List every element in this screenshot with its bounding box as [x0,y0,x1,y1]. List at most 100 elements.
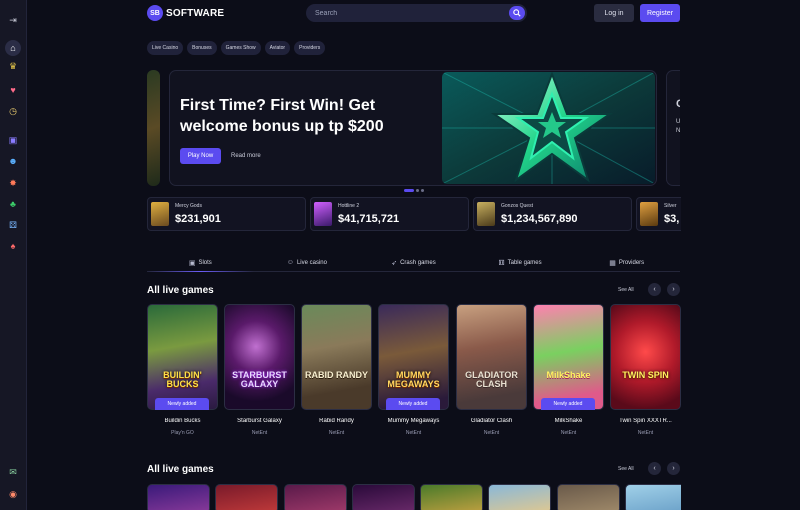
jackpot-game-name: Gonzos Quest [501,203,533,209]
game-art: GLADIATOR CLASH [456,304,527,410]
carousel-dot[interactable] [416,189,419,192]
game-provider: Play'n GO [171,430,194,436]
previous-slide-peek[interactable] [147,70,160,186]
tab-providers[interactable]: ▦ Providers [573,254,680,271]
live-dealer-icon[interactable]: ☻ [5,153,21,169]
chevron-left-icon[interactable]: ‹ [648,462,661,475]
game-card[interactable] [420,484,483,510]
crash-icon[interactable]: ✸ [5,175,21,191]
tab-table-games[interactable]: ⚅ Table games [467,254,574,271]
carousel-dot[interactable] [421,189,424,192]
login-button[interactable]: Log in [594,4,634,22]
right-margin [681,0,800,510]
game-card[interactable]: MilkShake Newly added MilkShake NetEnt [533,304,604,436]
game-card[interactable]: TWIN SPIN Twin Spin XXXTR... NetEnt [610,304,681,436]
jackpot-card[interactable]: Hottline 2 $41,715,721 [310,197,469,231]
newly-added-badge: Newly added [386,398,440,410]
logo-text: SOFTWARE [166,7,225,19]
jackpot-amount: $41,715,721 [338,213,400,225]
chip-bonuses[interactable]: Bonuses [187,41,217,55]
chip-aviator[interactable]: Aviator [264,41,291,55]
game-provider: NetEnt [328,430,345,436]
language-icon[interactable]: ◉ [5,486,21,502]
game-art: BUILDIN' BUCKS [147,304,218,410]
table-games-icon[interactable]: ⚄ [5,217,21,233]
section-title: All live games [147,464,214,475]
dice-icon: ⚅ [498,259,505,267]
game-card[interactable] [147,484,210,510]
tab-slots[interactable]: ▣ Slots [147,254,254,272]
game-title: Starburst Galaxy [237,418,282,424]
game-title: Buildin Bucks [164,418,201,424]
game-card[interactable] [352,484,415,510]
game-art: STARBURST GALAXY [224,304,295,410]
clover-icon[interactable]: ♣ [5,196,21,212]
game-card[interactable]: RABID RANDY Rabid Randy NetEnt [301,304,372,436]
search-icon [513,9,521,17]
jackpot-amount: $231,901 [175,213,221,225]
game-card[interactable]: STARBURST GALAXY Starburst Galaxy NetEnt [224,304,295,436]
left-sidebar: ⇥ ⌂ ♛ ♥ ◷ ▣ ☻ ✸ ♣ ⚄ ♠ ✉ ◉ [0,0,27,510]
hero-banner: First Time? First Win! Get welcome bonus… [169,70,657,186]
carousel-dots [404,189,424,192]
read-more-link[interactable]: Read more [231,148,261,164]
jackpot-amount: $1,234,567,890 [501,213,578,225]
game-card[interactable]: BUILDIN' BUCKS Newly added Buildin Bucks… [147,304,218,436]
game-card[interactable] [488,484,551,510]
see-all-link[interactable]: See All [618,287,634,293]
game-card[interactable]: MUMMY MEGAWAYS Newly added Mummy Megaway… [378,304,449,436]
chevron-right-icon[interactable]: › [667,462,680,475]
game-title: Mummy Megaways [387,418,440,424]
tab-crash-games[interactable]: ➶ Crash games [360,254,467,271]
game-thumbnail [314,202,332,226]
game-provider: NetEnt [405,430,422,436]
chevron-left-icon[interactable]: ‹ [648,283,661,296]
next-slide-peek[interactable]: C U N [666,70,680,186]
jackpot-card[interactable]: Gonzos Quest $1,234,567,890 [473,197,632,231]
star-banner-image [442,72,655,184]
game-art: TWIN SPIN [610,304,681,410]
search-bar[interactable] [306,4,527,22]
chip-providers[interactable]: Providers [294,41,326,55]
grid-icon: ▦ [609,259,616,267]
slots-icon: ▣ [188,259,196,267]
home-icon[interactable]: ⌂ [5,40,21,56]
carousel-dot[interactable] [404,189,414,192]
chip-games-show[interactable]: Games Show [220,41,261,55]
jackpot-card[interactable]: Mercy Gods $231,901 [147,197,306,231]
game-provider: NetEnt [560,430,577,436]
logo-mark: SB [147,5,163,21]
game-title: Rabid Randy [319,418,354,424]
search-input[interactable] [315,9,495,17]
newly-added-badge: Newly added [541,398,595,410]
game-category-tabs: ▣ Slots ☺ Live casino ➶ Crash games ⚅ Table … [147,254,680,272]
jackpot-game-name: Mercy Gods [175,203,202,209]
play-now-button[interactable]: Play Now [180,148,221,164]
clock-icon[interactable]: ◷ [5,103,21,119]
jackpot-amount: $3, [664,213,680,225]
game-title: MilkShake [554,418,583,424]
chip-live-casino[interactable]: Live Casino [147,41,184,55]
search-button[interactable] [509,6,525,20]
chevron-right-icon[interactable]: › [667,283,680,296]
game-card[interactable] [215,484,278,510]
game-thumbnail [151,202,169,226]
game-card[interactable]: GLADIATOR CLASH Gladiator Clash NetEnt [456,304,527,436]
rocket-icon: ➶ [391,259,398,267]
register-button[interactable]: Register [640,4,680,22]
cards-icon[interactable]: ♠ [5,238,21,254]
brand-logo[interactable]: SB SOFTWARE [147,5,224,21]
slots-icon[interactable]: ▣ [5,132,21,148]
game-art: MilkShake [533,304,604,410]
see-all-link[interactable]: See All [618,466,634,472]
game-card[interactable] [625,484,688,510]
tab-live-casino[interactable]: ☺ Live casino [254,254,361,271]
section-title: All live games [147,285,214,296]
game-thumbnail [477,202,495,226]
trophy-icon[interactable]: ♛ [5,58,21,74]
heart-icon[interactable]: ♥ [5,82,21,98]
logout-icon[interactable]: ⇥ [5,12,21,28]
game-card[interactable] [284,484,347,510]
chat-icon[interactable]: ✉ [5,464,21,480]
game-card[interactable] [557,484,620,510]
